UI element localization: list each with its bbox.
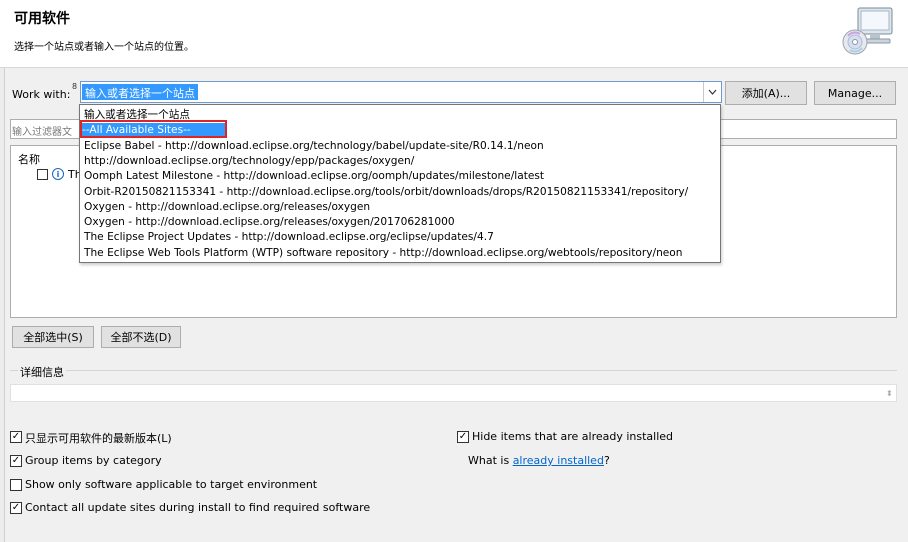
add-site-button[interactable]: 添加(A)... — [725, 81, 807, 105]
chevron-down-icon[interactable] — [703, 82, 721, 102]
dropdown-item[interactable]: The Eclipse Project Updates - http://dow… — [83, 230, 494, 245]
dropdown-item[interactable]: Oxygen - http://download.eclipse.org/rel… — [83, 200, 370, 215]
hide-installed-checkbox[interactable]: ✓ — [457, 431, 469, 443]
hide-installed-label: Hide items that are already installed — [472, 430, 674, 443]
window-edge — [0, 68, 5, 542]
contact-all-checkbox[interactable]: ✓ — [10, 502, 22, 514]
dropdown-item[interactable]: Eclipse Babel - http://download.eclipse.… — [83, 139, 544, 154]
work-with-label: Work with: — [12, 88, 71, 101]
what-is-suffix: ? — [603, 454, 610, 467]
what-is-prefix: What is — [468, 454, 513, 467]
details-text-area[interactable] — [10, 384, 897, 402]
show-applicable-label: Show only software applicable to target … — [25, 478, 318, 491]
dropdown-item[interactable]: Oomph Latest Milestone - http://download… — [83, 169, 544, 184]
deselect-all-button[interactable]: 全部不选(D) — [101, 326, 181, 348]
contact-all-label: Contact all update sites during install … — [25, 501, 371, 514]
software-cd-icon — [842, 6, 896, 58]
dropdown-item[interactable]: Oxygen - http://download.eclipse.org/rel… — [83, 215, 455, 230]
what-is-installed-text: What is already installed? — [468, 454, 610, 467]
manage-sites-button[interactable]: Manage... — [814, 81, 896, 105]
header-banner — [0, 0, 908, 68]
tree-item-checkbox[interactable] — [37, 169, 48, 180]
content-assist-badge: 8 — [72, 82, 78, 91]
show-applicable-checkbox[interactable] — [10, 479, 22, 491]
show-latest-label: 只显示可用软件的最新版本(L) — [25, 432, 172, 445]
filter-placeholder: 输入过滤器文 — [12, 127, 72, 138]
details-group-label: 详细信息 — [18, 364, 66, 380]
group-by-category-checkbox[interactable]: ✓ — [10, 455, 22, 467]
column-header-name: 名称 — [18, 153, 40, 166]
dropdown-item[interactable]: Orbit-R20150821153341 - http://download.… — [83, 185, 688, 200]
info-icon: i — [52, 168, 64, 180]
dropdown-item[interactable]: The Eclipse Web Tools Platform (WTP) sof… — [83, 246, 683, 261]
page-title: 可用软件 — [14, 11, 70, 27]
already-installed-link[interactable]: already installed — [513, 454, 604, 467]
group-by-category-label: Group items by category — [25, 454, 162, 467]
work-with-input[interactable]: 输入或者选择一个站点 — [82, 84, 198, 100]
details-group-border — [10, 370, 897, 371]
show-latest-checkbox[interactable]: ✓ — [10, 431, 22, 443]
dropdown-item[interactable]: http://download.eclipse.org/technology/e… — [83, 154, 414, 169]
select-all-button[interactable]: 全部选中(S) — [12, 326, 94, 348]
annotation-highlight-box — [80, 120, 227, 138]
page-description: 选择一个站点或者输入一个站点的位置。 — [14, 42, 194, 53]
scroll-arrows-icon[interactable]: ⬍ — [886, 389, 893, 398]
